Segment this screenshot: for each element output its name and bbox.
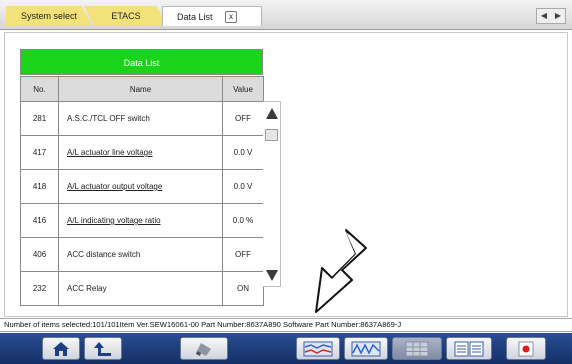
row-number: 232 <box>20 271 59 306</box>
tab-system-select[interactable]: System select <box>6 6 92 26</box>
back-button[interactable] <box>84 337 122 360</box>
row-number: 281 <box>20 101 59 136</box>
row-value: ON <box>222 271 264 306</box>
table-row[interactable]: 416 A/L indicating voltage ratio 0.0 % <box>20 203 264 238</box>
table-header-row: No. Name Value <box>20 76 264 102</box>
scroll-up-arrow-icon[interactable] <box>266 108 278 119</box>
list-graph-button[interactable] <box>446 337 492 360</box>
row-name: A/L actuator output voltage <box>58 169 223 204</box>
record-icon <box>518 341 534 356</box>
row-name: ACC Relay <box>58 271 223 306</box>
row-name: A/L actuator line voltage <box>58 135 223 170</box>
home-button[interactable] <box>42 337 80 360</box>
tab-navigation: ◀ ▶ <box>536 8 566 24</box>
back-icon <box>94 341 111 356</box>
status-line: Number of items selected:101/101Item Ver… <box>0 318 572 332</box>
scroll-down-arrow-icon[interactable] <box>266 270 278 281</box>
data-list-title: Data List <box>20 49 263 75</box>
row-value: 0.0 V <box>222 135 264 170</box>
tab-data-list-label: Data List <box>177 12 213 22</box>
list-graph-icon <box>454 341 484 356</box>
data-list-scrollbar[interactable] <box>263 101 281 287</box>
column-header-value: Value <box>222 76 264 102</box>
row-value: OFF <box>222 237 264 272</box>
pointer-arrow-icon <box>315 229 367 313</box>
graph-button[interactable] <box>296 337 340 360</box>
graph-icon <box>303 341 333 356</box>
table-row[interactable]: 417 A/L actuator line voltage 0.0 V <box>20 135 264 170</box>
tab-scroll-right-button[interactable]: ▶ <box>551 9 565 23</box>
bottom-toolbar <box>0 333 572 364</box>
row-name: A.S.C./TCL OFF switch <box>58 101 223 136</box>
row-value: OFF <box>222 101 264 136</box>
table-row[interactable]: 418 A/L actuator output voltage 0.0 V <box>20 169 264 204</box>
grid-button[interactable] <box>392 337 442 360</box>
table-row[interactable]: 406 ACC distance switch OFF <box>20 237 264 272</box>
row-number: 417 <box>20 135 59 170</box>
table-row[interactable]: 281 A.S.C./TCL OFF switch OFF <box>20 101 264 136</box>
row-name: A/L indicating voltage ratio <box>58 203 223 238</box>
waveform-icon <box>351 341 381 356</box>
row-value: 0.0 % <box>222 203 264 238</box>
row-name: ACC distance switch <box>58 237 223 272</box>
home-icon <box>53 341 69 356</box>
column-header-no: No. <box>20 76 59 102</box>
erase-icon <box>196 342 211 356</box>
row-number: 406 <box>20 237 59 272</box>
tab-data-list[interactable]: Data List x <box>162 6 262 26</box>
column-header-name: Name <box>58 76 223 102</box>
tab-close-button[interactable]: x <box>225 11 237 23</box>
tab-scroll-left-button[interactable]: ◀ <box>537 9 551 23</box>
tab-bar: System select ETACS Data List x ◀ ▶ <box>0 0 572 30</box>
data-list-table: No. Name Value 281 A.S.C./TCL OFF switch… <box>20 76 264 306</box>
row-number: 416 <box>20 203 59 238</box>
tab-etacs[interactable]: ETACS <box>84 6 168 26</box>
row-value: 0.0 V <box>222 169 264 204</box>
waveform-button[interactable] <box>344 337 388 360</box>
erase-button[interactable] <box>180 337 228 360</box>
grid-icon <box>405 341 429 356</box>
row-number: 418 <box>20 169 59 204</box>
record-button[interactable] <box>506 337 546 360</box>
scroll-thumb[interactable] <box>265 129 278 141</box>
table-row[interactable]: 232 ACC Relay ON <box>20 271 264 306</box>
